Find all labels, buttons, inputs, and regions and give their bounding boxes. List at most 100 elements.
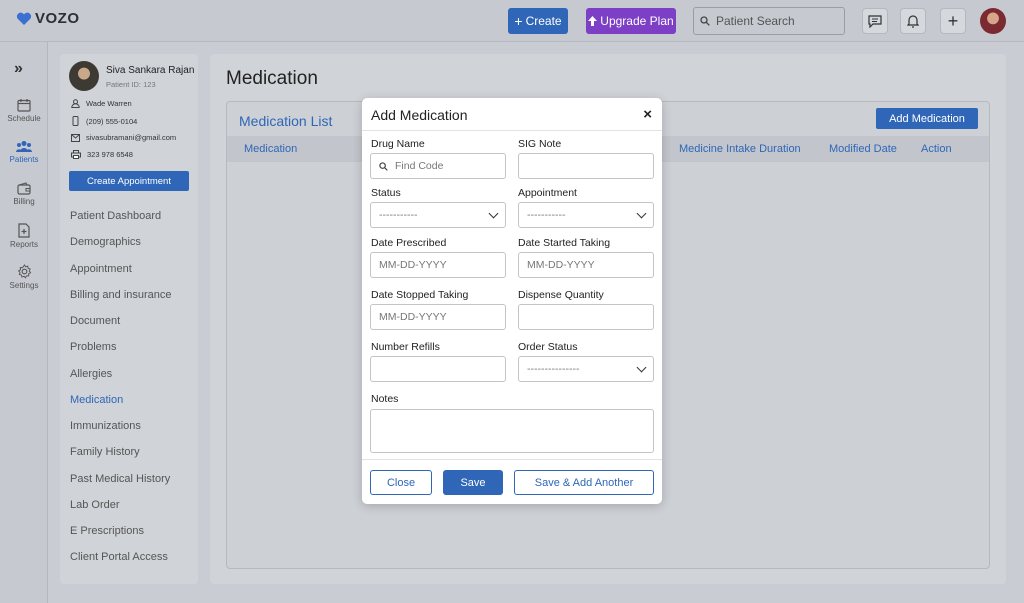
menu-item-immunizations[interactable]: Immunizations xyxy=(70,420,141,432)
search-icon xyxy=(379,161,388,171)
column-intake-duration[interactable]: Medicine Intake Duration xyxy=(679,143,801,155)
chevron-down-icon xyxy=(636,362,647,373)
search-icon xyxy=(700,16,710,26)
status-select[interactable]: ----------- xyxy=(370,202,506,228)
add-button[interactable]: + xyxy=(940,8,966,34)
create-label: Create xyxy=(525,14,562,28)
save-add-another-button[interactable]: Save & Add Another xyxy=(514,470,654,495)
chevron-down-icon xyxy=(488,208,499,219)
create-button[interactable]: + Create xyxy=(508,8,568,34)
date-stopped-label: Date Stopped Taking xyxy=(371,289,469,301)
notes-label: Notes xyxy=(371,393,399,405)
date-stopped-placeholder: MM-DD-YYYY xyxy=(379,311,447,323)
upgrade-plan-button[interactable]: Upgrade Plan xyxy=(586,8,676,34)
nav-item-schedule[interactable]: Schedule xyxy=(0,98,48,123)
menu-item-allergies[interactable]: Allergies xyxy=(70,368,112,380)
appointment-selected: ----------- xyxy=(527,209,566,221)
create-appointment-button[interactable]: Create Appointment xyxy=(69,171,189,191)
notifications-button[interactable] xyxy=(900,8,926,34)
page-title: Medication xyxy=(226,68,318,89)
date-started-placeholder: MM-DD-YYYY xyxy=(527,259,595,271)
column-modified-date[interactable]: Modified Date xyxy=(829,143,897,155)
date-started-label: Date Started Taking xyxy=(518,237,611,249)
nav-item-billing[interactable]: Billing xyxy=(0,182,48,206)
nav-item-patients[interactable]: Patients xyxy=(0,140,48,164)
nav-item-settings[interactable]: Settings xyxy=(0,264,48,290)
menu-item-e-prescriptions[interactable]: E Prescriptions xyxy=(70,525,144,537)
close-icon[interactable]: × xyxy=(643,106,652,123)
phone-icon xyxy=(72,116,79,126)
nav-item-reports[interactable]: Reports xyxy=(0,223,48,249)
nav-label: Reports xyxy=(9,240,38,249)
top-bar: VOZO + Create Upgrade Plan Patient Searc… xyxy=(0,0,1024,42)
phone-number: (209) 555-0104 xyxy=(86,116,138,126)
dispense-quantity-label: Dispense Quantity xyxy=(518,289,604,301)
save-button[interactable]: Save xyxy=(443,470,503,495)
left-navigation: » Schedule Patients Billing Reports Sett… xyxy=(0,42,48,603)
close-button[interactable]: Close xyxy=(370,470,432,495)
menu-item-medication[interactable]: Medication xyxy=(70,394,123,406)
messages-button[interactable] xyxy=(862,8,888,34)
user-icon xyxy=(71,99,80,108)
report-icon xyxy=(18,223,30,238)
sig-note-label: SIG Note xyxy=(518,138,562,150)
menu-item-client-portal-access[interactable]: Client Portal Access xyxy=(70,551,168,563)
drug-name-input[interactable]: Find Code xyxy=(370,153,506,179)
patient-avatar xyxy=(69,61,99,91)
patient-search-input[interactable]: Patient Search xyxy=(693,7,845,35)
patient-id: Patient ID: 123 xyxy=(106,80,156,89)
menu-item-billing-insurance[interactable]: Billing and insurance xyxy=(70,289,172,301)
order-status-select[interactable]: --------------- xyxy=(518,356,654,382)
app-logo[interactable]: VOZO xyxy=(16,10,80,27)
app-name: VOZO xyxy=(35,10,80,27)
date-started-input[interactable]: MM-DD-YYYY xyxy=(518,252,654,278)
modal-footer-divider xyxy=(362,459,662,460)
order-status-selected: --------------- xyxy=(527,363,580,375)
sig-note-input[interactable] xyxy=(518,153,654,179)
menu-item-family-history[interactable]: Family History xyxy=(70,446,140,458)
order-status-label: Order Status xyxy=(518,341,578,353)
menu-item-lab-order[interactable]: Lab Order xyxy=(70,499,120,511)
user-avatar[interactable] xyxy=(980,8,1006,34)
appointment-label: Appointment xyxy=(518,187,577,199)
menu-item-problems[interactable]: Problems xyxy=(70,341,116,353)
plus-icon: + xyxy=(514,13,523,29)
patient-name: Siva Sankara Rajan xyxy=(106,65,195,76)
date-prescribed-input[interactable]: MM-DD-YYYY xyxy=(370,252,506,278)
patient-search-placeholder: Patient Search xyxy=(716,14,795,28)
expand-nav-icon[interactable]: » xyxy=(14,60,23,78)
chevron-down-icon xyxy=(636,208,647,219)
date-stopped-input[interactable]: MM-DD-YYYY xyxy=(370,304,506,330)
chat-icon xyxy=(868,14,882,28)
drug-name-placeholder: Find Code xyxy=(395,160,444,172)
upgrade-label: Upgrade Plan xyxy=(600,14,674,28)
menu-item-appointment[interactable]: Appointment xyxy=(70,263,132,275)
status-label: Status xyxy=(371,187,401,199)
appointment-select[interactable]: ----------- xyxy=(518,202,654,228)
fax-number: 323 978 6548 xyxy=(87,150,133,159)
nav-label: Schedule xyxy=(7,114,41,123)
column-action[interactable]: Action xyxy=(921,143,952,155)
menu-item-past-medical-history[interactable]: Past Medical History xyxy=(70,473,170,485)
date-prescribed-placeholder: MM-DD-YYYY xyxy=(379,259,447,271)
calendar-icon xyxy=(17,99,31,112)
menu-item-document[interactable]: Document xyxy=(70,315,120,327)
plus-icon: + xyxy=(947,11,959,31)
drug-name-label: Drug Name xyxy=(371,138,425,150)
nav-label: Billing xyxy=(13,197,35,206)
menu-item-demographics[interactable]: Demographics xyxy=(70,236,141,248)
email-address: sivasubramani@gmail.com xyxy=(86,133,177,142)
patient-email[interactable]: sivasubramani@gmail.com xyxy=(71,133,176,142)
patients-icon xyxy=(16,141,32,152)
patient-panel: Siva Sankara Rajan Patient ID: 123 Wade … xyxy=(60,54,198,584)
notes-textarea[interactable] xyxy=(370,409,654,453)
date-prescribed-label: Date Prescribed xyxy=(371,237,447,249)
add-medication-button[interactable]: Add Medication xyxy=(876,108,978,129)
column-medication[interactable]: Medication xyxy=(244,143,297,155)
medication-list-title: Medication List xyxy=(239,113,333,129)
printer-icon xyxy=(71,150,81,159)
menu-item-patient-dashboard[interactable]: Patient Dashboard xyxy=(70,210,161,222)
number-refills-input[interactable] xyxy=(370,356,506,382)
dispense-quantity-input[interactable] xyxy=(518,304,654,330)
nav-label: Patients xyxy=(9,155,39,164)
